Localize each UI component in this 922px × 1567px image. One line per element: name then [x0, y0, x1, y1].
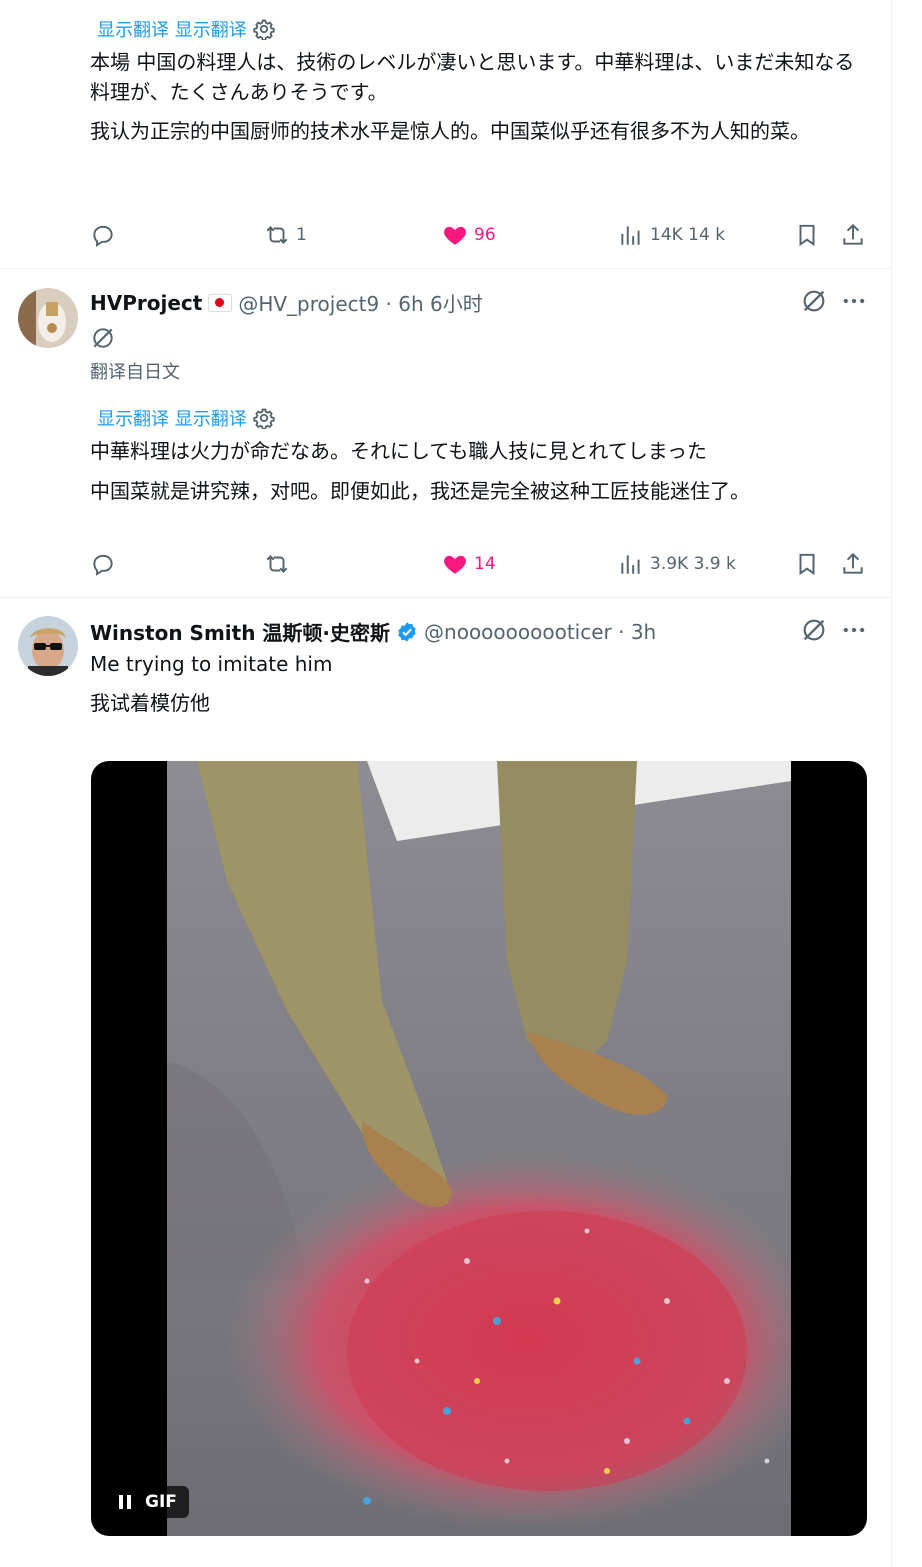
show-translation-link[interactable]: 显示翻译 显示翻译: [97, 16, 275, 42]
reply-icon: [93, 554, 113, 576]
settings-icon[interactable]: [253, 18, 275, 40]
tweet-header: Winston Smith 温斯顿·史密斯 @noooooooooticer ·…: [90, 617, 656, 646]
repost-count: 1: [296, 225, 307, 245]
like-icon: [444, 555, 466, 574]
like-icon: [444, 226, 466, 245]
share-icon: [843, 223, 863, 245]
translated-from-label: 翻译自日文: [90, 362, 180, 383]
bookmark-icon: [799, 553, 815, 576]
share-button[interactable]: [840, 220, 866, 250]
display-name[interactable]: Winston Smith 温斯顿·史密斯: [90, 617, 390, 646]
views-count: 3.9K 3.9 k: [650, 554, 736, 574]
show-translation-link[interactable]: 显示翻译 显示翻译: [97, 405, 275, 431]
avatar[interactable]: [18, 288, 78, 348]
repost-icon: [266, 555, 288, 573]
views-icon: [621, 226, 640, 245]
grok-icon[interactable]: [800, 616, 828, 644]
gif-frame: [167, 761, 791, 1536]
repost-button[interactable]: 1: [264, 220, 307, 250]
grok-icon[interactable]: [800, 287, 828, 315]
gif-media[interactable]: GIF: [91, 761, 867, 1536]
bookmark-icon: [799, 224, 815, 247]
column-divider: [891, 0, 892, 1567]
show-translation-label: 显示翻译 显示翻译: [97, 409, 247, 430]
more-icon[interactable]: [840, 287, 868, 315]
pause-icon[interactable]: [119, 1495, 131, 1509]
tweet-actions: 14 3.9K 3.9 k: [90, 549, 870, 579]
tweet-separator: [0, 597, 891, 598]
share-icon: [843, 552, 863, 574]
tweet-actions: 1 96 14K 14 k: [90, 220, 870, 250]
like-button[interactable]: 96: [442, 220, 496, 250]
views-button[interactable]: 14K 14 k: [618, 220, 725, 250]
repost-icon: [266, 226, 288, 244]
grok-translate-icon[interactable]: [90, 325, 116, 351]
japan-flag-icon: [208, 293, 233, 312]
like-count: 14: [474, 554, 496, 574]
tweet-separator: [0, 268, 891, 269]
reply-icon: [93, 225, 113, 247]
repost-button[interactable]: [264, 549, 290, 579]
reply-button[interactable]: [90, 549, 116, 579]
share-button[interactable]: [840, 549, 866, 579]
like-button[interactable]: 14: [442, 549, 496, 579]
tweet-text-japanese: 本場 中国の料理人は、技術のレベルが凄いと思います。中華料理は、いまだ未知なる料…: [90, 50, 855, 104]
tweet-text-translation: 我认为正宗的中国厨师的技术水平是惊人的。中国菜似乎还有很多不为人知的菜。: [90, 119, 810, 143]
tweet-text-translation: 我试着模仿他: [90, 691, 210, 715]
reply-button[interactable]: [90, 220, 116, 250]
gif-label: GIF: [145, 1492, 177, 1512]
avatar[interactable]: [18, 616, 78, 676]
tweet-header: HVProject @HV_project9 · 6h 6小时: [90, 288, 483, 317]
tweet-text: Me trying to imitate him: [90, 652, 333, 676]
handle-and-time[interactable]: @HV_project9 · 6h 6小时: [238, 288, 482, 317]
gif-badge[interactable]: GIF: [107, 1486, 189, 1518]
tweet-text-translation: 中国菜就是讲究辣，对吧。即便如此，我还是完全被这种工匠技能迷住了。: [90, 479, 750, 503]
handle-and-time[interactable]: @noooooooooticer · 3h: [424, 620, 656, 644]
tweet-text-japanese: 中華料理は火力が命だなあ。それにしても職人技に見とれてしまった: [90, 439, 707, 463]
settings-icon[interactable]: [253, 407, 275, 429]
views-button[interactable]: 3.9K 3.9 k: [618, 549, 736, 579]
views-count: 14K 14 k: [650, 225, 726, 245]
show-translation-label: 显示翻译 显示翻译: [97, 20, 247, 41]
like-count: 96: [474, 225, 496, 245]
more-icon[interactable]: [840, 616, 868, 644]
verified-icon: [398, 621, 416, 642]
views-icon: [621, 555, 640, 574]
display-name[interactable]: HVProject: [90, 291, 202, 315]
bookmark-button[interactable]: [794, 220, 820, 250]
bookmark-button[interactable]: [794, 549, 820, 579]
